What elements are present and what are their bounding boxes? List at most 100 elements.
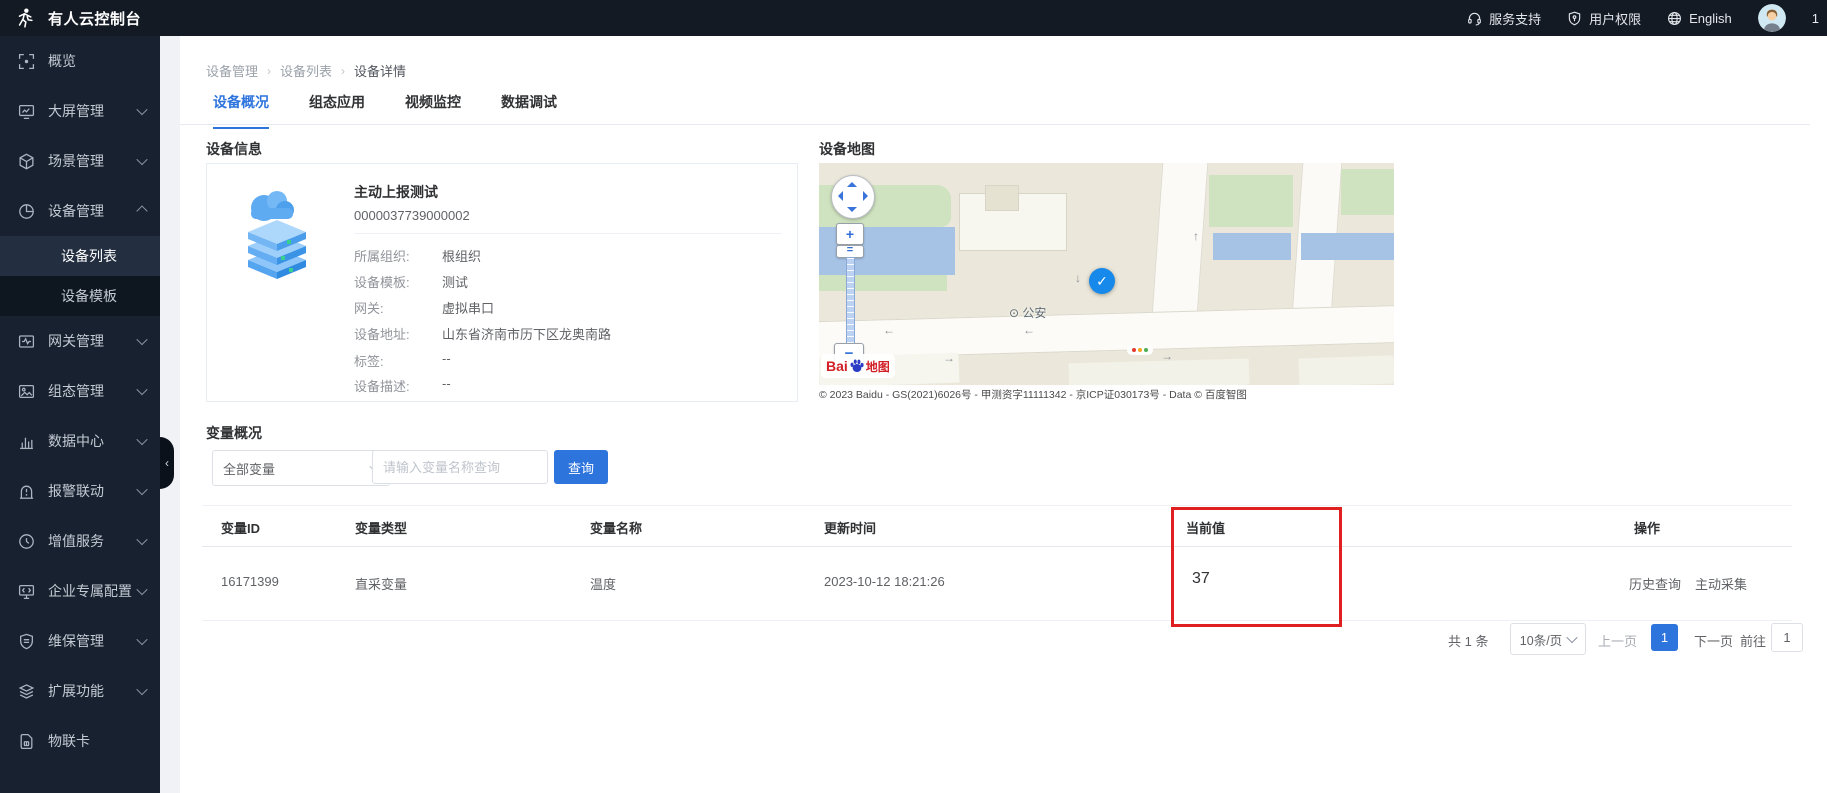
- app-window: 有人云控制台 服务支持 用户权限 English 1 概览: [0, 0, 1827, 793]
- next-page-button[interactable]: 下一页: [1694, 631, 1733, 650]
- sidebar-item-label: 数据中心: [48, 431, 138, 451]
- road-arrow-icon: ↓: [1075, 271, 1081, 285]
- map-road: [819, 305, 1394, 360]
- goto-page-input[interactable]: [1771, 623, 1803, 652]
- info-field-row: 所属组织: 根组织: [354, 246, 784, 265]
- sidebar-subitem-label: 设备模板: [61, 286, 117, 306]
- map-attribution: © 2023 Baidu - GS(2021)6026号 - 甲测资字11111…: [819, 387, 1247, 402]
- user-avatar[interactable]: [1758, 4, 1786, 32]
- overview-icon: [18, 53, 35, 70]
- service-support-menu[interactable]: 服务支持: [1467, 9, 1541, 28]
- sidebar-item-scene[interactable]: 场景管理: [0, 136, 160, 186]
- sidebar-collapse-handle[interactable]: ‹: [160, 437, 174, 489]
- alarm-icon: [18, 483, 35, 500]
- sidebar-item-gateway[interactable]: 网关管理: [0, 316, 160, 366]
- chevron-down-icon: [136, 154, 147, 165]
- device-image: [237, 184, 317, 289]
- sidebar-item-overview[interactable]: 概览: [0, 36, 160, 86]
- baidu-paw-icon: [849, 358, 865, 374]
- sidebar-item-extension[interactable]: 扩展功能: [0, 666, 160, 716]
- sidebar-item-datacenter[interactable]: 数据中心: [0, 416, 160, 466]
- app-title: 有人云控制台: [48, 8, 141, 29]
- username: 1: [1812, 11, 1819, 26]
- usr-logo-icon: [14, 7, 36, 29]
- gateway-icon: [18, 333, 35, 350]
- sidebar-item-bigscreen[interactable]: 大屏管理: [0, 86, 160, 136]
- info-field-row: 设备模板: 测试: [354, 272, 784, 291]
- road-arrow-icon: →: [1161, 349, 1173, 363]
- device-location-marker[interactable]: ✓: [1089, 268, 1115, 294]
- baidu-logo: Bai 地图: [821, 354, 895, 378]
- chevron-down-icon: [136, 534, 147, 545]
- breadcrumb-current: 设备详情: [354, 61, 406, 80]
- shield-icon: [1567, 11, 1582, 26]
- sidebar-item-label: 物联卡: [48, 731, 146, 751]
- divider: [354, 233, 782, 234]
- sidebar-item-alarm[interactable]: 报警联动: [0, 466, 160, 516]
- info-field-row: 标签: --: [354, 351, 784, 370]
- cell-variable-id: 16171399: [221, 574, 279, 589]
- sidebar-item-device-template[interactable]: 设备模板: [0, 276, 160, 316]
- globe-icon: [1667, 11, 1682, 26]
- pan-right-icon: [863, 191, 868, 201]
- field-value: 根组织: [442, 246, 481, 265]
- history-query-link[interactable]: 历史查询: [1629, 574, 1681, 593]
- table-row: 16171399 直采变量 温度 2023-10-12 18:21:26 37 …: [202, 545, 1792, 621]
- road-arrow-icon: ↑: [1193, 229, 1199, 243]
- pie-chart-icon: [18, 203, 35, 220]
- breadcrumb-item[interactable]: 设备列表: [280, 61, 332, 80]
- chevron-down-icon: [136, 684, 147, 695]
- baidu-map-canvas[interactable]: ← ← → → ↑ ↓ + = − ✓ ⊙ 公安 Bai 地图: [819, 163, 1394, 385]
- col-header-current-value: 当前值: [1186, 518, 1225, 537]
- variables-title: 变量概况: [206, 423, 262, 443]
- prev-page-button[interactable]: 上一页: [1598, 631, 1637, 650]
- active-collect-link[interactable]: 主动采集: [1695, 574, 1747, 593]
- sidebar-item-enterprise[interactable]: 企业专属配置: [0, 566, 160, 616]
- variable-search-input[interactable]: [372, 450, 548, 484]
- chevron-down-icon: [136, 484, 147, 495]
- info-field-row: 网关: 虚拟串口: [354, 298, 784, 317]
- cell-variable-type: 直采变量: [355, 574, 407, 593]
- sidebar-item-device[interactable]: 设备管理: [0, 186, 160, 236]
- table-header: 变量ID 变量类型 变量名称 更新时间 当前值 操作: [202, 505, 1792, 547]
- user-permission-menu[interactable]: 用户权限: [1567, 9, 1641, 28]
- breadcrumb-item[interactable]: 设备管理: [206, 61, 258, 80]
- variable-type-value: 全部变量: [223, 459, 275, 478]
- traffic-light-icon: [1127, 345, 1153, 355]
- image-icon: [18, 383, 35, 400]
- baidu-logo-text: Bai: [826, 358, 848, 374]
- info-field-row: 设备描述: --: [354, 376, 784, 395]
- chevron-down-icon: [136, 384, 147, 395]
- sidebar-item-label: 增值服务: [48, 531, 138, 551]
- query-button[interactable]: 查询: [554, 450, 608, 484]
- sidebar-item-label: 报警联动: [48, 481, 138, 501]
- brand-logo[interactable]: 有人云控制台: [14, 7, 141, 29]
- map-road: [1152, 163, 1209, 315]
- chevron-down-icon: [136, 434, 147, 445]
- sidebar-item-simcard[interactable]: 物联卡: [0, 716, 160, 766]
- cell-updated-time: 2023-10-12 18:21:26: [824, 574, 945, 589]
- sidebar-item-maintenance[interactable]: 维保管理: [0, 616, 160, 666]
- map-pan-control[interactable]: [831, 175, 875, 219]
- cell-current-value: 37: [1192, 570, 1210, 588]
- sidebar-item-scada[interactable]: 组态管理: [0, 366, 160, 416]
- shield-icon: [18, 633, 35, 650]
- field-value: 山东省济南市历下区龙奥南路: [442, 324, 611, 343]
- code-screen-icon: [18, 583, 35, 600]
- chevron-down-icon: [136, 104, 147, 115]
- sidebar-item-device-list[interactable]: 设备列表: [0, 236, 160, 276]
- sidebar-item-label: 设备管理: [48, 201, 138, 221]
- topbar-right: 服务支持 用户权限 English 1: [1467, 0, 1819, 36]
- field-label: 标签:: [354, 351, 442, 370]
- field-value: 测试: [442, 272, 468, 291]
- breadcrumb-separator-icon: ›: [341, 64, 345, 78]
- language-switcher[interactable]: English: [1667, 11, 1732, 26]
- zoom-slider-track[interactable]: [846, 257, 855, 345]
- sidebar-nav: 概览 大屏管理 场景管理 设备管理 设备列表 设备模板 网关管理: [0, 36, 160, 793]
- variable-type-select[interactable]: 全部变量: [212, 450, 390, 486]
- sidebar-item-vas[interactable]: 增值服务: [0, 516, 160, 566]
- cell-variable-name: 温度: [590, 574, 616, 593]
- zoom-in-button[interactable]: +: [836, 223, 864, 245]
- current-page-button[interactable]: 1: [1651, 624, 1678, 651]
- page-size-select[interactable]: 10条/页: [1510, 623, 1586, 655]
